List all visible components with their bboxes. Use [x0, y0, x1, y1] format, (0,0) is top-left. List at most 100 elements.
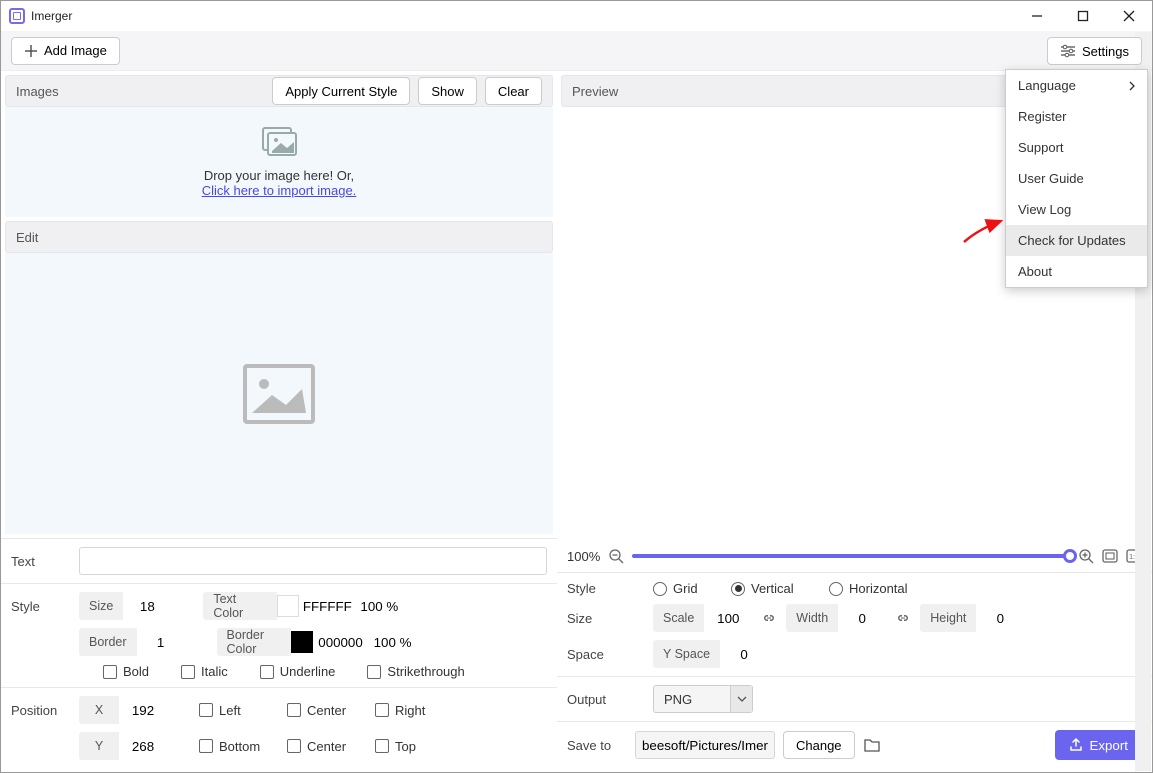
align-bottom-checkbox[interactable]: Bottom: [199, 739, 279, 754]
menu-language[interactable]: Language: [1006, 70, 1147, 101]
italic-checkbox[interactable]: Italic: [181, 664, 228, 679]
scale-label: Scale: [653, 604, 704, 632]
save-to-label: Save to: [567, 738, 627, 753]
x-input[interactable]: [119, 696, 167, 724]
width-input[interactable]: [838, 604, 886, 632]
preview-title: Preview: [572, 84, 618, 99]
text-row: Text: [1, 538, 557, 583]
output-format-select[interactable]: PNG: [653, 685, 753, 713]
align-center-y-checkbox[interactable]: Center: [287, 739, 367, 754]
drop-text: Drop your image here! Or,: [204, 168, 354, 183]
menu-view-log[interactable]: View Log: [1006, 194, 1147, 225]
align-center-x-checkbox[interactable]: Center: [287, 703, 367, 718]
zoom-value: 100%: [567, 549, 600, 564]
preview-size-label: Size: [567, 611, 627, 626]
preview-style-row: Style Grid Vertical Horizontal: [557, 573, 1152, 604]
height-input[interactable]: [976, 604, 1024, 632]
yspace-input[interactable]: [720, 640, 768, 668]
space-label: Space: [567, 647, 627, 662]
text-color-hex[interactable]: [299, 592, 355, 620]
style-label: Style: [11, 599, 71, 614]
text-color-label: Text Color: [203, 592, 277, 620]
border-color-opacity[interactable]: [369, 628, 417, 656]
save-path-input[interactable]: [635, 731, 775, 759]
clear-button[interactable]: Clear: [485, 77, 542, 105]
change-button[interactable]: Change: [783, 731, 855, 759]
link-icon[interactable]: [760, 609, 778, 627]
minimize-button[interactable]: [1014, 1, 1060, 31]
menu-about[interactable]: About: [1006, 256, 1147, 287]
strike-checkbox[interactable]: Strikethrough: [367, 664, 464, 679]
preview-style-label: Style: [567, 581, 627, 596]
images-title: Images: [16, 84, 59, 99]
y-input[interactable]: [119, 732, 167, 760]
image-placeholder-icon: [242, 363, 316, 425]
output-format-value: PNG: [654, 692, 730, 707]
export-icon: [1069, 738, 1083, 752]
align-right-checkbox[interactable]: Right: [375, 703, 455, 718]
grid-radio[interactable]: Grid: [653, 581, 723, 596]
menu-user-guide[interactable]: User Guide: [1006, 163, 1147, 194]
edit-header: Edit: [5, 221, 553, 253]
height-label: Height: [920, 604, 976, 632]
text-color-swatch[interactable]: [277, 595, 299, 617]
zoom-in-icon[interactable]: [1078, 548, 1094, 564]
y-label: Y: [79, 732, 119, 760]
add-image-button[interactable]: Add Image: [11, 37, 120, 65]
menu-register[interactable]: Register: [1006, 101, 1147, 132]
fit-screen-icon[interactable]: [1102, 549, 1118, 563]
vertical-radio[interactable]: Vertical: [731, 581, 821, 596]
underline-checkbox[interactable]: Underline: [260, 664, 336, 679]
text-color-opacity[interactable]: [355, 592, 403, 620]
titlebar: Imerger: [1, 1, 1152, 31]
output-row: Output PNG: [557, 676, 1152, 721]
import-link[interactable]: Click here to import image.: [202, 183, 357, 198]
window: Imerger Add Image Settings: [0, 0, 1153, 773]
border-input[interactable]: [137, 628, 185, 656]
menu-support[interactable]: Support: [1006, 132, 1147, 163]
plus-icon: [24, 44, 38, 58]
maximize-button[interactable]: [1060, 1, 1106, 31]
size-input[interactable]: [123, 592, 171, 620]
border-color-swatch[interactable]: [291, 631, 313, 653]
app-title: Imerger: [31, 9, 72, 23]
app-icon: [9, 8, 25, 24]
link-icon-2[interactable]: [894, 609, 912, 627]
images-stack-icon: [259, 126, 299, 160]
size-label: Size: [79, 592, 123, 620]
zoom-slider[interactable]: [632, 554, 1070, 558]
preview-size-row: Size Scale Width Height: [557, 604, 1152, 640]
horizontal-radio[interactable]: Horizontal: [829, 581, 908, 596]
zoom-out-icon[interactable]: [608, 548, 624, 564]
x-label: X: [79, 696, 119, 724]
show-button[interactable]: Show: [418, 77, 477, 105]
border-color-hex[interactable]: [313, 628, 369, 656]
sliders-icon: [1060, 44, 1076, 58]
toolbar: Add Image: [1, 31, 1152, 71]
scale-input[interactable]: [704, 604, 752, 632]
text-input[interactable]: [79, 547, 547, 575]
zoom-slider-handle[interactable]: [1063, 549, 1077, 563]
images-header: Images Apply Current Style Show Clear: [5, 75, 553, 107]
style-row-3: Bold Italic Underline Strikethrough: [1, 664, 557, 687]
left-column: Images Apply Current Style Show Clear Dr…: [1, 71, 557, 772]
position-label: Position: [11, 703, 71, 718]
menu-check-updates[interactable]: Check for Updates: [1006, 225, 1147, 256]
align-top-checkbox[interactable]: Top: [375, 739, 455, 754]
position-row-1: Position X Left Center Right: [1, 687, 557, 732]
dropzone[interactable]: Drop your image here! Or, Click here to …: [5, 107, 553, 217]
width-label: Width: [786, 604, 838, 632]
align-left-checkbox[interactable]: Left: [199, 703, 279, 718]
text-label: Text: [11, 554, 71, 569]
add-image-label: Add Image: [44, 43, 107, 58]
folder-icon[interactable]: [863, 737, 881, 753]
position-row-2: Y Bottom Center Top: [1, 732, 557, 772]
bold-checkbox[interactable]: Bold: [103, 664, 149, 679]
yspace-label: Y Space: [653, 640, 720, 668]
export-button[interactable]: Export: [1055, 730, 1142, 760]
apply-style-button[interactable]: Apply Current Style: [272, 77, 410, 105]
close-button[interactable]: [1106, 1, 1152, 31]
border-color-label: Border Color: [217, 628, 291, 656]
settings-button[interactable]: Settings: [1047, 37, 1142, 65]
zoom-row: 100% 1:1: [557, 540, 1152, 573]
